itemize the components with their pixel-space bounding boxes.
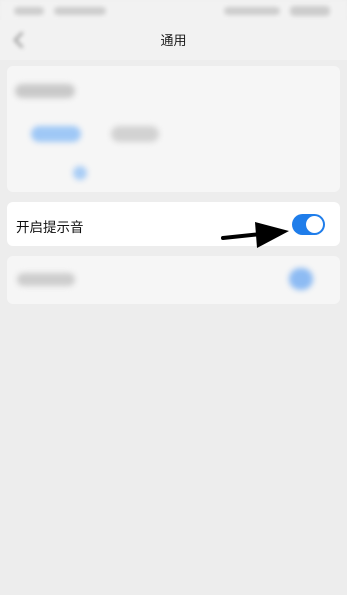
page-title: 通用: [160, 34, 187, 49]
toggle-knob: [306, 216, 323, 233]
battery-icon: [290, 6, 330, 16]
notification-sound-label: 开启提示音: [16, 220, 84, 236]
status-indicators-blurred: [224, 7, 280, 15]
option-selected-blurred[interactable]: [31, 126, 81, 142]
status-bar: [0, 0, 347, 22]
section-heading-blurred: [15, 84, 75, 98]
option-unselected-blurred[interactable]: [111, 126, 159, 142]
status-time-blurred: [14, 7, 44, 15]
status-carrier-blurred: [54, 7, 106, 15]
settings-row-blurred: [7, 256, 340, 304]
toggle-blurred[interactable]: [289, 268, 313, 290]
arrow-right-icon: [219, 214, 291, 250]
nav-bar: 通用: [0, 20, 347, 60]
notification-sound-toggle[interactable]: [292, 214, 325, 235]
row-label-blurred: [17, 273, 75, 286]
settings-card-blurred: [7, 66, 340, 192]
indicator-dot-blurred: [73, 166, 87, 180]
